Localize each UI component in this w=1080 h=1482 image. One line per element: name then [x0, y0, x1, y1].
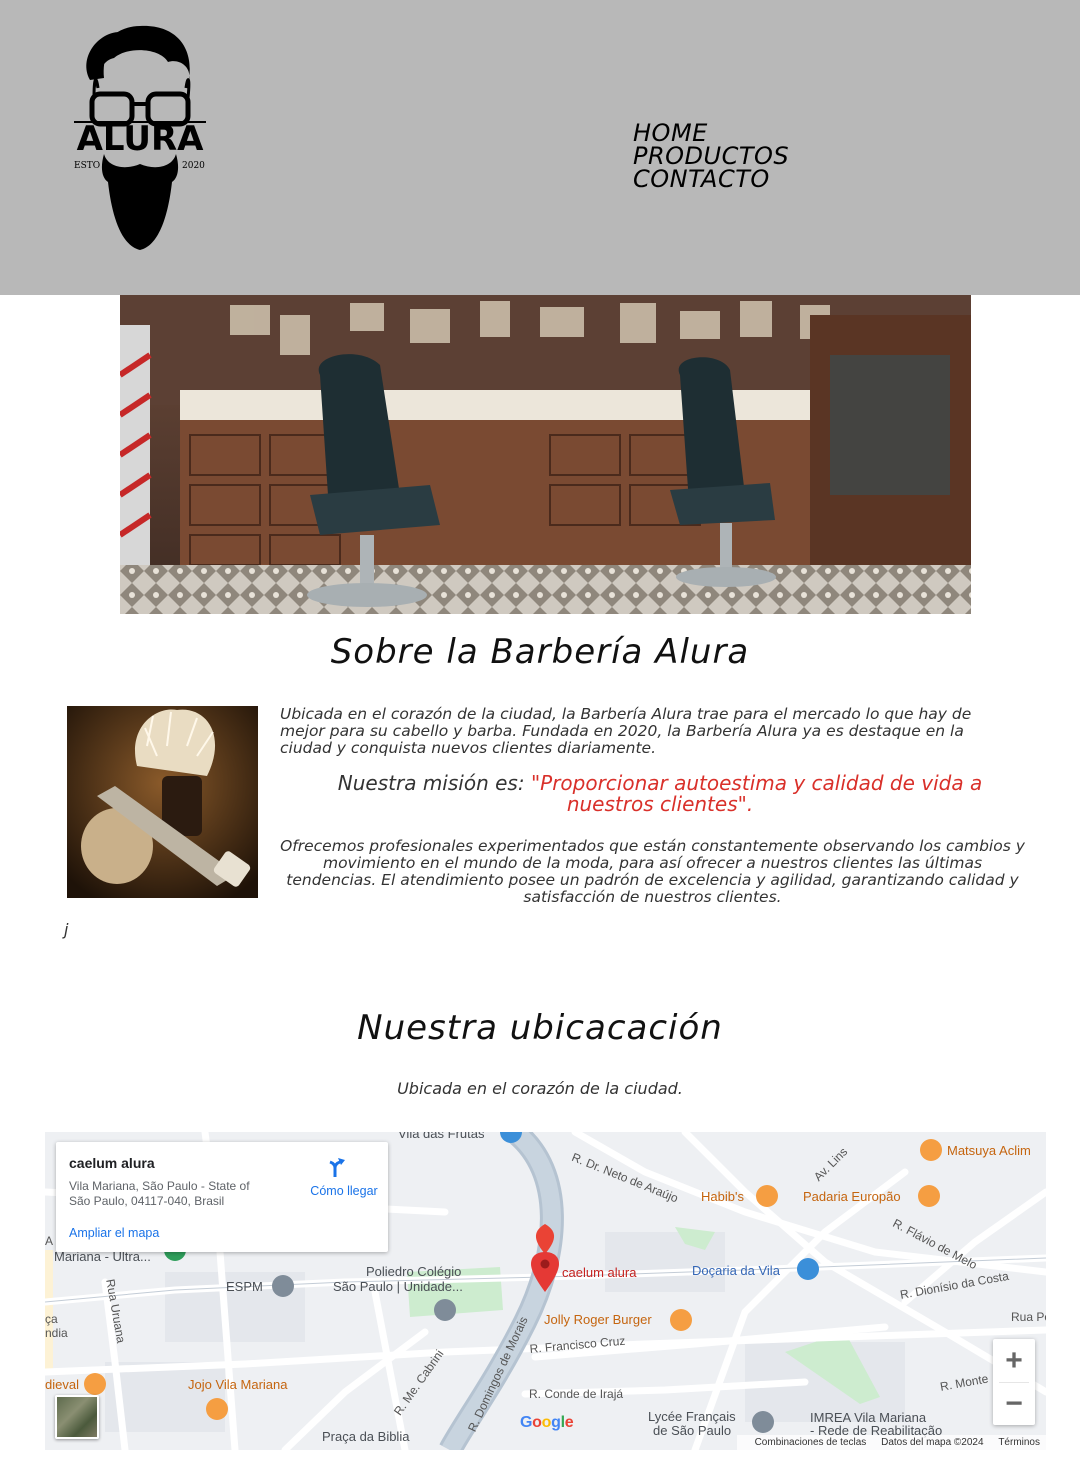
google-map-embed[interactable]: Vila das Frutas R. Dr. Neto de Araújo Av…: [45, 1132, 1046, 1450]
svg-text:ALURA: ALURA: [77, 119, 205, 159]
terms-link[interactable]: Términos: [998, 1437, 1040, 1448]
razor-brush-image: [67, 706, 258, 898]
services-text: Ofrecemos profesionales experimentados q…: [280, 837, 1025, 906]
about-title: Sobre la Barbería Alura: [330, 632, 750, 672]
map-label-lycee-1: Lycée Français: [648, 1409, 736, 1424]
directions-link[interactable]: Cómo llegar: [296, 1184, 392, 1198]
mission-statement: Nuestra misión es: "Proporcionar autoest…: [300, 773, 1020, 815]
google-logo: Google: [520, 1414, 574, 1431]
map-label-ndia: ndia: [45, 1326, 68, 1340]
map-label-caelum[interactable]: caelum alura: [562, 1265, 636, 1280]
map-label-espm: ESPM: [226, 1279, 263, 1294]
map-label-padaria: Padaria Europão: [803, 1189, 901, 1204]
map-label-vila-das-frutas: Vila das Frutas: [398, 1132, 485, 1141]
site-header: ALURA ESTO 2020 HOME PRODUCTOS CONTACTO: [0, 0, 1080, 295]
location-title: Nuestra ubicacación: [357, 1008, 723, 1048]
map-label-praca: Praça da Biblia: [322, 1429, 410, 1444]
svg-text:ESTO: ESTO: [74, 161, 100, 171]
stray-text: j: [64, 920, 69, 939]
map-place-card: caelum alura Vila Mariana, São Paulo - S…: [56, 1142, 388, 1252]
enlarge-map-link[interactable]: Ampliar el mapa: [69, 1226, 159, 1240]
location-subtitle: Ubicada en el corazón de la ciudad.: [397, 1079, 683, 1098]
mission-label: Nuestra misión es:: [337, 771, 531, 795]
place-address: Vila Mariana, São Paulo - State of São P…: [69, 1179, 250, 1208]
zoom-in-button[interactable]: +: [993, 1339, 1035, 1382]
map-label-lycee-2: de São Paulo: [653, 1423, 732, 1438]
main-nav: HOME PRODUCTOS CONTACTO: [633, 121, 789, 191]
map-attribution-bar: Combinaciones de teclas Datos del mapa ©…: [736, 1435, 1046, 1450]
map-label-conde: R. Conde de Irajá: [529, 1387, 624, 1401]
map-label-docaria: Doçaria da Vila: [692, 1263, 780, 1278]
about-intro-text: Ubicada en el corazón de la ciudad, la B…: [280, 705, 972, 757]
map-label-jolly: Jolly Roger Burger: [544, 1312, 652, 1327]
map-data-credit: Datos del mapa ©2024: [881, 1437, 984, 1448]
satellite-view-toggle[interactable]: [55, 1395, 99, 1439]
map-label-poliedro-2: São Paulo | Unidade...: [333, 1279, 463, 1294]
svg-text:2020: 2020: [182, 161, 205, 171]
map-zoom-control: + −: [993, 1339, 1035, 1425]
map-label-habibs: Habib's: [701, 1189, 744, 1204]
map-label-dieval: dieval: [45, 1377, 79, 1392]
nav-link-contacto[interactable]: CONTACTO: [633, 167, 789, 191]
map-label-aca: ça: [45, 1312, 58, 1326]
place-name: caelum alura: [69, 1155, 155, 1171]
mission-quote: "Proporcionar autoestima y calidad de vi…: [530, 771, 983, 816]
alura-logo[interactable]: ALURA ESTO 2020: [68, 18, 212, 258]
zoom-out-button[interactable]: −: [993, 1382, 1035, 1425]
keyboard-shortcuts-link[interactable]: Combinaciones de teclas: [755, 1437, 867, 1448]
map-label-poliedro-1: Poliedro Colégio: [366, 1264, 462, 1279]
barbershop-hero-image: [120, 295, 971, 614]
map-label-jojo: Jojo Vila Mariana: [188, 1377, 288, 1392]
map-label-a: A: [45, 1234, 54, 1248]
directions-icon[interactable]: [324, 1156, 346, 1178]
map-label-rua-po: Rua Po: [1011, 1310, 1046, 1324]
map-label-matsuya: Matsuya Aclim: [947, 1143, 1031, 1158]
